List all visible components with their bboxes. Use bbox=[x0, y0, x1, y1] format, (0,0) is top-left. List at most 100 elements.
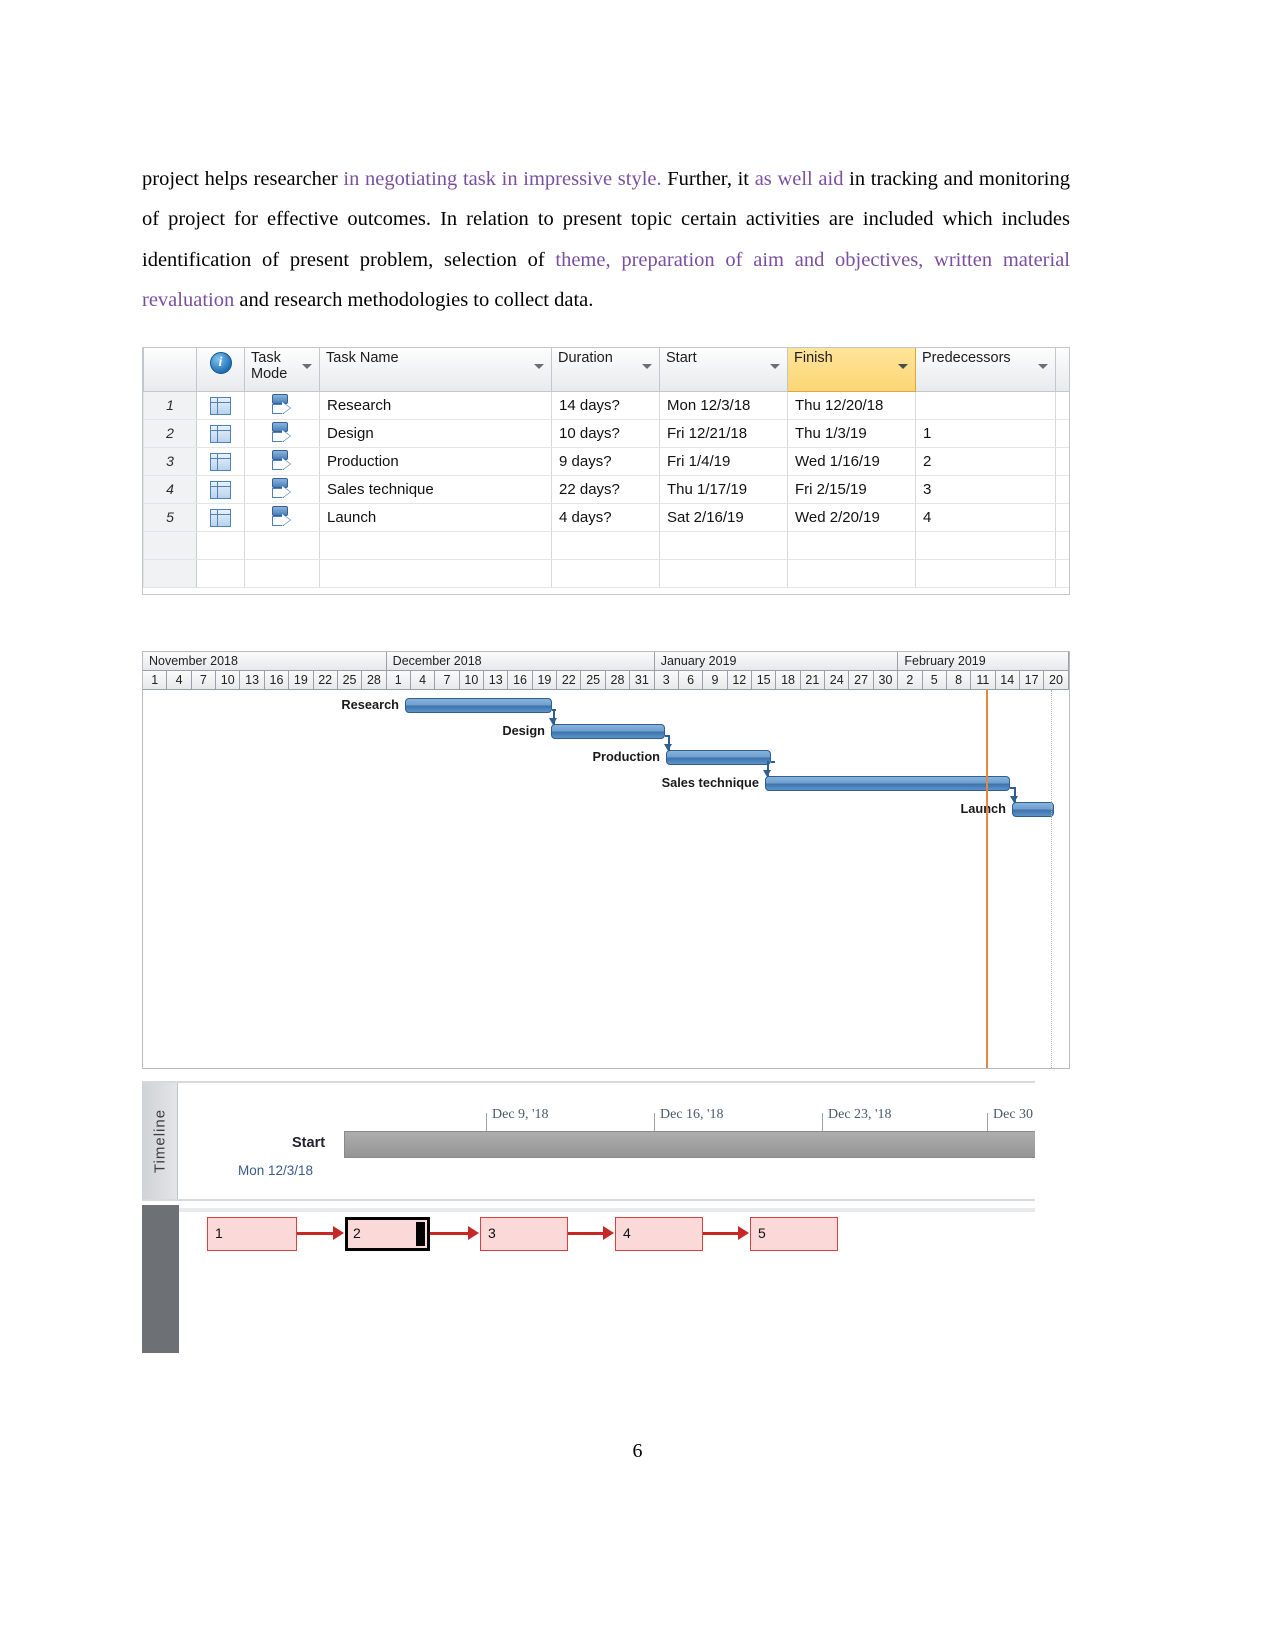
table-row[interactable]: 4 Sales technique 22 days? Thu 1/17/19 F… bbox=[143, 474, 1069, 504]
network-link-line bbox=[297, 1232, 334, 1235]
gantt-chart[interactable]: November 2018 December 2018 January 2019 Fe… bbox=[142, 651, 1070, 1069]
overflow-cell bbox=[1055, 502, 1069, 532]
chevron-down-icon[interactable] bbox=[1038, 364, 1048, 369]
duration-cell[interactable]: 4 days? bbox=[551, 502, 660, 532]
table-row-empty[interactable] bbox=[143, 558, 1069, 588]
column-header-start[interactable]: Start bbox=[659, 348, 788, 392]
task-mode-cell[interactable] bbox=[244, 530, 320, 560]
start-cell[interactable]: Mon 12/3/18 bbox=[659, 390, 788, 420]
task-mode-cell[interactable] bbox=[244, 474, 320, 504]
task-mode-cell[interactable] bbox=[244, 502, 320, 532]
column-header-task-name[interactable]: Task Name bbox=[319, 348, 552, 392]
task-mode-cell[interactable] bbox=[244, 418, 320, 448]
gantt-bars-area[interactable]: Research Design Production Sales technique L… bbox=[143, 690, 1069, 1068]
start-cell[interactable] bbox=[659, 530, 788, 560]
column-header-task-mode[interactable]: Task Mode bbox=[244, 348, 320, 392]
column-header-predecessors[interactable]: Predecessors bbox=[915, 348, 1056, 392]
row-indicator-cell[interactable] bbox=[196, 502, 245, 532]
network-node-label: 4 bbox=[623, 1225, 631, 1241]
row-indicator-cell[interactable] bbox=[196, 558, 245, 588]
finish-cell[interactable]: Wed 2/20/19 bbox=[787, 502, 916, 532]
task-name-cell[interactable]: Production bbox=[319, 446, 552, 476]
table-row[interactable]: 5 Launch 4 days? Sat 2/16/19 Wed 2/20/19… bbox=[143, 502, 1069, 532]
gantt-task-bar[interactable] bbox=[666, 750, 771, 765]
column-header-finish-label: Finish bbox=[794, 350, 833, 366]
task-name-cell[interactable] bbox=[319, 530, 552, 560]
finish-cell[interactable]: Fri 2/15/19 bbox=[787, 474, 916, 504]
table-row-empty[interactable] bbox=[143, 530, 1069, 560]
finish-cell[interactable] bbox=[787, 530, 916, 560]
task-mode-cell[interactable] bbox=[244, 446, 320, 476]
chevron-down-icon[interactable] bbox=[642, 364, 652, 369]
task-mode-cell[interactable] bbox=[244, 390, 320, 420]
finish-cell[interactable] bbox=[787, 558, 916, 588]
network-diagram[interactable]: 1 2 3 4 5 bbox=[142, 1205, 1035, 1353]
finish-cell[interactable]: Thu 12/20/18 bbox=[787, 390, 916, 420]
task-name-cell[interactable]: Research bbox=[319, 390, 552, 420]
row-indicator-cell[interactable] bbox=[196, 446, 245, 476]
duration-cell[interactable]: 10 days? bbox=[551, 418, 660, 448]
auto-schedule-icon bbox=[269, 477, 295, 501]
gantt-task-bar[interactable] bbox=[765, 776, 1010, 791]
task-name-cell[interactable]: Launch bbox=[319, 502, 552, 532]
gantt-task-bar[interactable] bbox=[551, 724, 665, 739]
row-indicator-cell[interactable] bbox=[196, 474, 245, 504]
gantt-task-bar[interactable] bbox=[405, 698, 552, 713]
paragraph-segment-2: Further, it bbox=[661, 167, 755, 190]
predecessors-cell[interactable]: 4 bbox=[915, 502, 1056, 532]
duration-cell[interactable]: 9 days? bbox=[551, 446, 660, 476]
predecessors-cell[interactable]: 3 bbox=[915, 474, 1056, 504]
duration-cell[interactable]: 14 days? bbox=[551, 390, 660, 420]
network-node[interactable]: 4 bbox=[615, 1217, 703, 1251]
network-node[interactable]: 2 bbox=[345, 1217, 430, 1251]
table-row[interactable]: 2 Design 10 days? Fri 12/21/18 Thu 1/3/1… bbox=[143, 418, 1069, 448]
overflow-cell bbox=[1055, 418, 1069, 448]
gantt-timescale-months: November 2018 December 2018 January 2019 Fe… bbox=[143, 652, 1069, 671]
duration-cell[interactable] bbox=[551, 558, 660, 588]
column-header-indicators[interactable]: i bbox=[196, 348, 245, 392]
gantt-day-tick: 19 bbox=[532, 671, 558, 690]
task-name-cell[interactable]: Design bbox=[319, 418, 552, 448]
column-header-finish[interactable]: Finish bbox=[787, 348, 916, 392]
task-name-cell[interactable]: Sales technique bbox=[319, 474, 552, 504]
network-node[interactable]: 5 bbox=[750, 1217, 838, 1251]
timeline-tick-label: Dec 9, '18 bbox=[492, 1107, 549, 1122]
table-row[interactable]: 1 Research 14 days? Mon 12/3/18 Thu 12/2… bbox=[143, 390, 1069, 420]
row-indicator-cell[interactable] bbox=[196, 418, 245, 448]
chevron-down-icon[interactable] bbox=[302, 364, 312, 369]
gantt-day-tick: 19 bbox=[289, 671, 314, 690]
duration-cell[interactable] bbox=[551, 530, 660, 560]
column-header-duration[interactable]: Duration bbox=[551, 348, 660, 392]
chevron-down-icon[interactable] bbox=[534, 364, 544, 369]
gantt-bar-label: Launch bbox=[960, 801, 1006, 816]
chevron-down-icon[interactable] bbox=[898, 364, 908, 369]
duration-cell[interactable]: 22 days? bbox=[551, 474, 660, 504]
start-cell[interactable] bbox=[659, 558, 788, 588]
start-cell[interactable]: Sat 2/16/19 bbox=[659, 502, 788, 532]
finish-cell[interactable]: Wed 1/16/19 bbox=[787, 446, 916, 476]
predecessors-cell[interactable] bbox=[915, 558, 1056, 588]
start-cell[interactable]: Thu 1/17/19 bbox=[659, 474, 788, 504]
network-node-label: 2 bbox=[353, 1225, 361, 1241]
gantt-task-bar[interactable] bbox=[1012, 802, 1054, 817]
column-header-rownum[interactable] bbox=[143, 348, 197, 392]
row-indicator-cell[interactable] bbox=[196, 530, 245, 560]
predecessors-cell[interactable]: 2 bbox=[915, 446, 1056, 476]
table-row[interactable]: 3 Production 9 days? Fri 1/4/19 Wed 1/16… bbox=[143, 446, 1069, 476]
gantt-progress-line bbox=[986, 690, 988, 1068]
predecessors-cell[interactable] bbox=[915, 390, 1056, 420]
predecessors-cell[interactable] bbox=[915, 530, 1056, 560]
network-node[interactable]: 3 bbox=[480, 1217, 568, 1251]
start-cell[interactable]: Fri 12/21/18 bbox=[659, 418, 788, 448]
timeline-project-bar[interactable] bbox=[344, 1131, 1035, 1158]
chevron-down-icon[interactable] bbox=[770, 364, 780, 369]
project-task-grid[interactable]: i Task Mode Task Name Duration Start Fin… bbox=[142, 347, 1070, 595]
finish-cell[interactable]: Thu 1/3/19 bbox=[787, 418, 916, 448]
predecessors-cell[interactable]: 1 bbox=[915, 418, 1056, 448]
row-indicator-cell[interactable] bbox=[196, 390, 245, 420]
timeline-band[interactable]: Timeline Dec 9, '18 Dec 16, '18 Dec 23, '1… bbox=[142, 1081, 1035, 1201]
task-name-cell[interactable] bbox=[319, 558, 552, 588]
start-cell[interactable]: Fri 1/4/19 bbox=[659, 446, 788, 476]
task-mode-cell[interactable] bbox=[244, 558, 320, 588]
network-node[interactable]: 1 bbox=[207, 1217, 297, 1251]
